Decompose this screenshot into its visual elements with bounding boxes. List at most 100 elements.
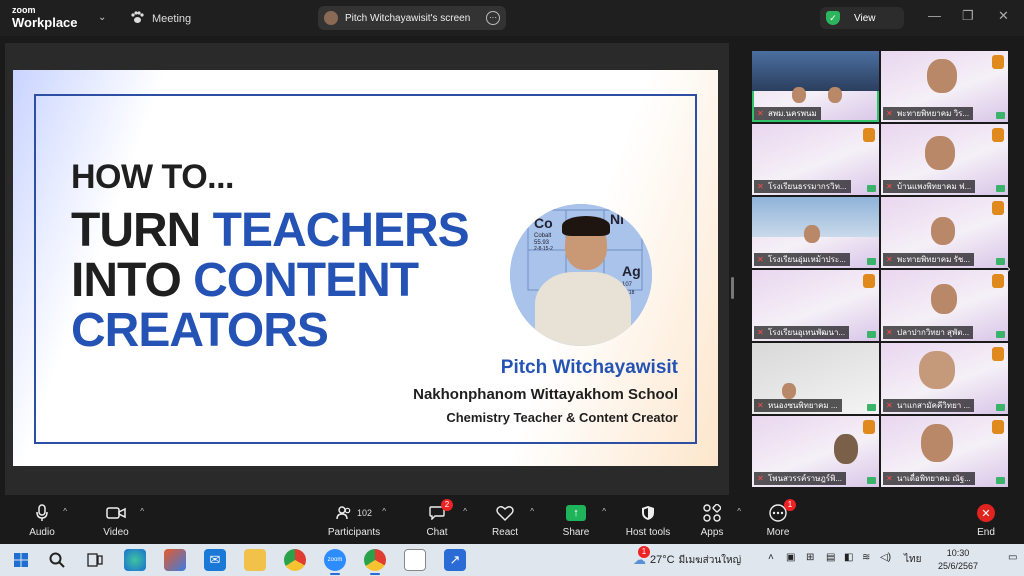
chevron-up-icon[interactable]: ^ [63, 507, 67, 516]
share-icon-wrap: ↑ ^ [566, 503, 606, 523]
chat-button[interactable]: 2 ^ Chat [407, 499, 467, 538]
video-camera-icon: ^ [106, 503, 144, 523]
participant-face [828, 87, 842, 103]
chevron-up-icon[interactable]: ^ [530, 507, 534, 516]
screen-share-pill[interactable]: Pitch Witchayawisit's screen ··· [318, 6, 506, 30]
folder-icon[interactable] [244, 549, 266, 571]
share-button[interactable]: ↑ ^ Share [546, 503, 606, 538]
participant-tile[interactable]: โรงเรียนอุเทนพัฒนา... [752, 270, 879, 341]
chevron-up-icon[interactable]: ˄ [768, 552, 774, 563]
participant-face [919, 351, 955, 389]
shared-screen: HOW TO... TURN TEACHERS INTO CONTENT CRE… [5, 43, 729, 495]
react-label: React [491, 527, 519, 538]
notification-icon[interactable]: ▭ [1008, 552, 1017, 563]
participant-tile[interactable]: พะทายพิทยาคม รัช... [881, 197, 1008, 268]
participant-face [925, 136, 955, 170]
heart-icon: ^ [496, 503, 534, 523]
participant-face [792, 87, 806, 103]
mail-icon[interactable]: ✉ [204, 549, 226, 571]
search-icon[interactable] [46, 549, 68, 571]
weather-widget[interactable]: ☁ 1 27°C มีเมฆส่วนใหญ่ [633, 546, 741, 568]
chevron-down-icon[interactable]: ⌄ [98, 12, 106, 23]
participant-tile[interactable]: ปลาปากวิทยา สุพัต... [881, 270, 1008, 341]
school-logo-icon [992, 274, 1004, 288]
gallery-view: สพม.นครพนม พะทายพิทยาคม วิร... โรงเรียนธ… [752, 51, 1008, 487]
view-button[interactable]: ✓ View [820, 7, 904, 29]
tray-app-icon[interactable]: ⊞ [806, 552, 814, 563]
presenter-hair [562, 216, 610, 236]
document-icon[interactable] [404, 549, 426, 571]
tray-app-icon[interactable]: ▣ [786, 552, 795, 563]
presenter-role: Chemistry Teacher & Content Creator [446, 410, 678, 425]
camera-icon [867, 185, 876, 192]
chevron-up-icon[interactable]: ^ [140, 507, 144, 516]
zoom-logo: zoom Workplace [12, 5, 78, 30]
chevron-right-icon[interactable]: › [1006, 260, 1011, 276]
weather-badge: 1 [638, 546, 650, 558]
close-icon[interactable]: ✕ [998, 8, 1009, 24]
participant-tile[interactable]: โพนสวรรค์ราษฎร์พิ... [752, 416, 879, 487]
presenter-body [535, 272, 631, 346]
input-language[interactable]: ไทย [904, 552, 921, 567]
more-button[interactable]: 1 More [748, 499, 808, 538]
element-ag-symbol: Ag [622, 263, 641, 279]
minimize-icon[interactable]: — [928, 8, 941, 23]
meeting-label: Meeting [152, 12, 192, 25]
chevron-up-icon[interactable]: ^ [602, 507, 606, 516]
zoom-app-icon[interactable]: zoom [324, 549, 346, 575]
os-taskbar: ✉ zoom ↗ ☁ 1 27°C มีเมฆส่วนใหญ่ ˄ ▣ ⊞ ▤ ◧… [0, 544, 1024, 576]
camera-icon [996, 331, 1005, 338]
participant-face [931, 217, 955, 245]
video-label: Video [103, 527, 129, 538]
camera-icon [996, 112, 1005, 119]
wifi-icon[interactable]: ≋ [862, 552, 870, 563]
apps-icon: ^ [703, 503, 741, 523]
title-bar: zoom Workplace ⌄ Meeting Pitch Witchayaw… [0, 0, 1024, 36]
panel-resize-handle[interactable] [731, 277, 734, 299]
microphone-icon: ^ [35, 503, 67, 523]
restore-icon[interactable]: ❐ [962, 8, 974, 24]
participant-tile[interactable]: โรงเรียนอุ่มเหม้าประ... [752, 197, 879, 268]
store-icon[interactable] [164, 549, 186, 571]
tray-app-icon[interactable]: ▤ [826, 552, 835, 563]
volume-icon[interactable]: ◁) [880, 552, 891, 563]
task-view-icon[interactable] [84, 549, 106, 571]
meeting-info-button[interactable]: Meeting [130, 10, 191, 27]
participant-name: นาเดื่อพิทยาคม ณัฐ... [883, 472, 975, 485]
tray-app-icon[interactable]: ◧ [844, 552, 853, 563]
apps-button[interactable]: ^ Apps [682, 503, 742, 538]
end-call-icon: ✕ [977, 504, 995, 522]
participant-tile[interactable]: โรงเรียนธรรมากรวิท... [752, 124, 879, 195]
system-clock[interactable]: 10:30 25/6/2567 [938, 547, 978, 573]
participant-tile[interactable]: นาเดื่อพิทยาคม ณัฐ... [881, 416, 1008, 487]
participants-button[interactable]: 102 ^ Participants [318, 503, 390, 538]
participant-name: โรงเรียนอุ่มเหม้าประ... [754, 253, 850, 266]
react-button[interactable]: ^ React [475, 503, 535, 538]
audio-button[interactable]: ^ Audio [12, 503, 72, 538]
camera-icon [867, 331, 876, 338]
participant-tile[interactable]: พะทายพิทยาคม วิร... [881, 51, 1008, 122]
chrome-icon[interactable] [284, 549, 306, 571]
participant-tile[interactable]: นาแกสามัคคีวิทยา ... [881, 343, 1008, 414]
participant-tile[interactable]: หนองซนพิทยาคม ... [752, 343, 879, 414]
host-tools-button[interactable]: Host tools [618, 503, 678, 538]
chevron-up-icon[interactable]: ^ [737, 507, 741, 516]
video-button[interactable]: ^ Video [86, 503, 146, 538]
edge-icon[interactable] [124, 549, 146, 571]
chrome-icon[interactable] [364, 549, 386, 575]
end-button[interactable]: ✕ End [956, 503, 1016, 538]
school-logo-icon [863, 128, 875, 142]
windows-start-icon[interactable] [10, 549, 32, 571]
more-options-icon[interactable]: ··· [486, 11, 500, 25]
apps-label: Apps [700, 527, 724, 538]
participant-face [834, 434, 858, 464]
participant-name: โรงเรียนธรรมากรวิท... [754, 180, 851, 193]
camera-icon [867, 404, 876, 411]
slide-line-3: CREATORS [71, 304, 329, 357]
chevron-up-icon[interactable]: ^ [463, 507, 467, 516]
participant-tile[interactable]: สพม.นครพนม [752, 51, 879, 122]
participant-tile[interactable]: บ้านแพงพิทยาคม ฟ... [881, 124, 1008, 195]
participant-name: หนองซนพิทยาคม ... [754, 399, 842, 412]
chevron-up-icon[interactable]: ^ [382, 507, 386, 516]
app-icon[interactable]: ↗ [444, 549, 466, 571]
